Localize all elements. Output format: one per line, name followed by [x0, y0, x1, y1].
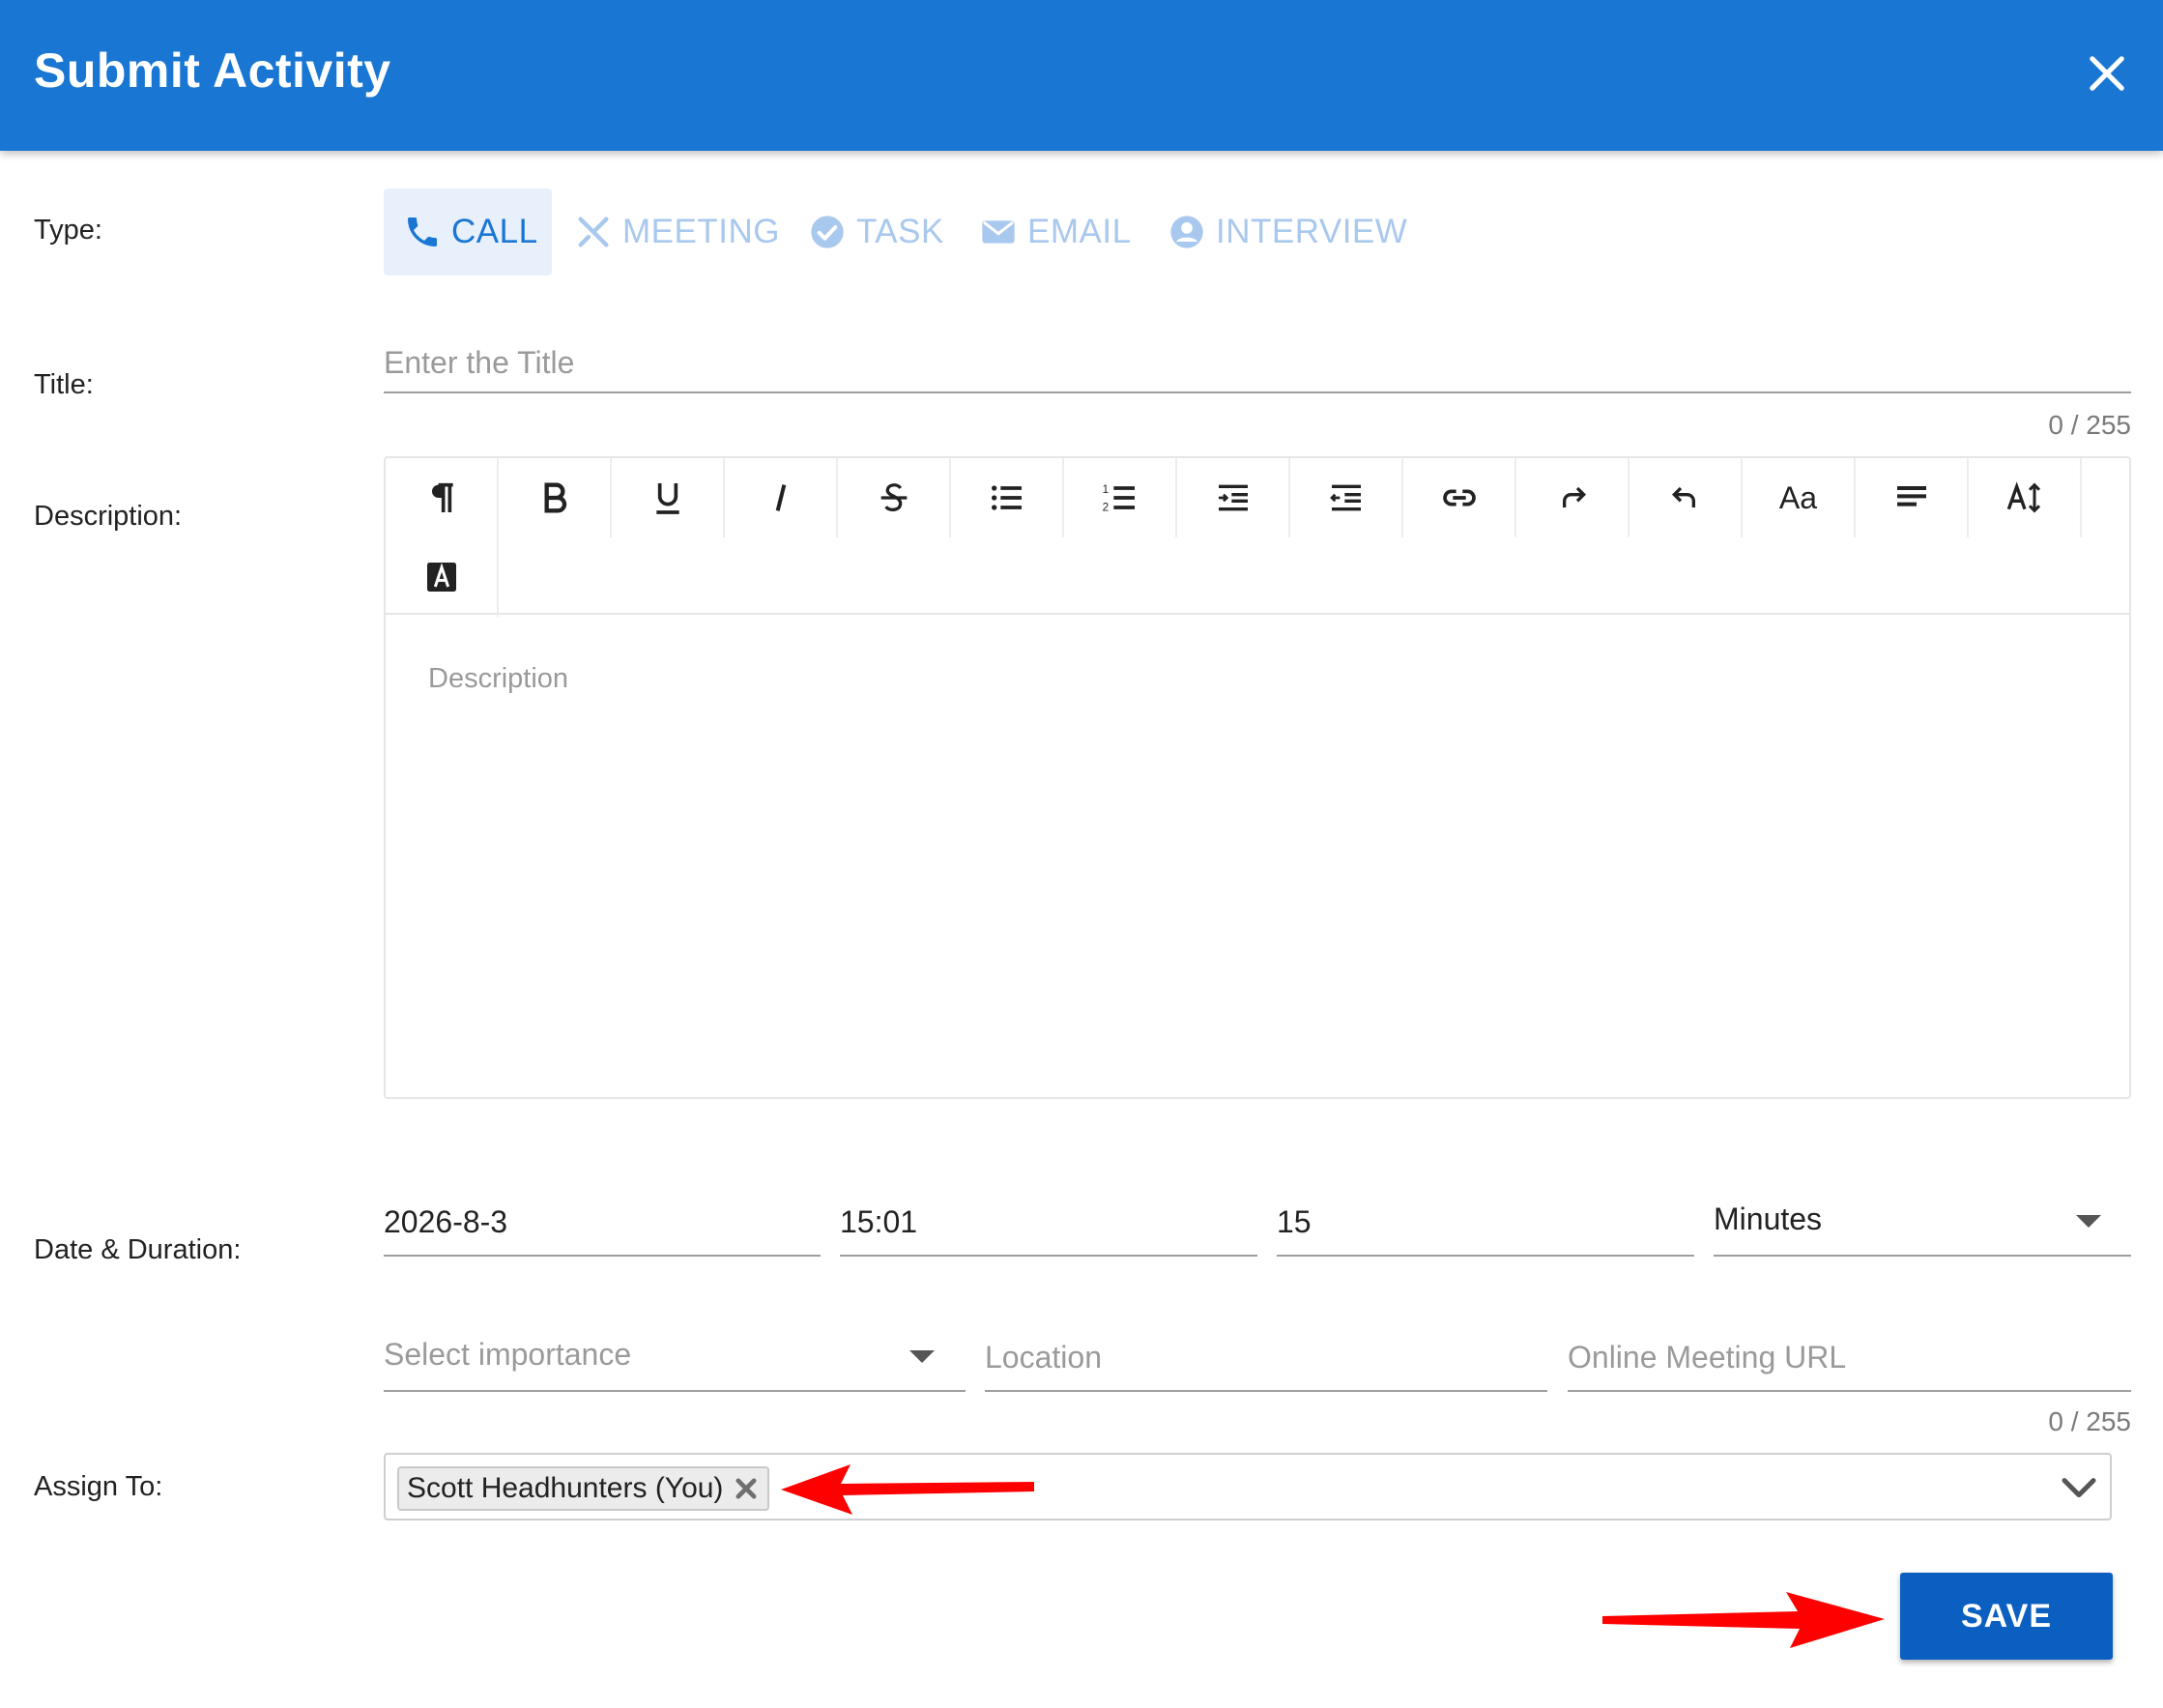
save-button[interactable]: SAVE	[1900, 1573, 2113, 1660]
tab-interview-label: INTERVIEW	[1216, 213, 1408, 250]
indent-icon[interactable]	[1177, 458, 1290, 537]
outdent-icon[interactable]	[1290, 458, 1403, 537]
dialog-header: Submit Activity	[0, 0, 2163, 151]
editor-toolbar: 12 Aa	[386, 458, 2129, 617]
link-icon[interactable]	[1403, 458, 1516, 537]
title-input[interactable]	[384, 333, 2131, 393]
close-icon[interactable]	[2082, 48, 2132, 99]
dropdown-arrow-icon	[2076, 1215, 2101, 1228]
date-input[interactable]	[384, 1189, 821, 1257]
assign-to-select[interactable]: Scott Headhunters (You)	[384, 1453, 2112, 1520]
title-counter: 0 / 255	[2048, 410, 2131, 440]
account-circle-icon	[1168, 213, 1206, 251]
date-duration-label: Date & Duration:	[34, 1234, 242, 1265]
type-label: Type:	[34, 215, 102, 246]
description-placeholder[interactable]: Description	[428, 663, 568, 695]
svg-text:2: 2	[1102, 501, 1108, 513]
annotation-arrow-right	[1602, 1592, 1885, 1648]
strikethrough-icon[interactable]	[838, 458, 951, 537]
bullet-list-icon[interactable]	[951, 458, 1064, 537]
tab-meeting[interactable]: MEETING	[574, 188, 780, 275]
text-color-icon[interactable]	[386, 537, 499, 617]
url-counter: 0 / 255	[2048, 1406, 2131, 1436]
importance-select[interactable]: Select importance	[384, 1324, 966, 1392]
tab-task[interactable]: TASK	[808, 188, 944, 275]
tab-email-label: EMAIL	[1027, 213, 1132, 250]
time-input[interactable]	[840, 1189, 1257, 1257]
remove-chip-icon[interactable]	[733, 1475, 760, 1502]
redo-icon[interactable]	[1516, 458, 1629, 537]
location-input[interactable]	[985, 1324, 1547, 1392]
chevron-down-icon[interactable]	[2060, 1472, 2098, 1505]
dialog-title: Submit Activity	[34, 43, 391, 98]
bold-icon[interactable]	[499, 458, 612, 537]
tab-email[interactable]: EMAIL	[979, 188, 1132, 275]
dropdown-arrow-icon	[909, 1350, 935, 1363]
paragraph-icon[interactable]	[386, 458, 499, 537]
utensils-icon	[574, 213, 613, 251]
svg-text:1: 1	[1102, 483, 1108, 496]
assign-to-label: Assign To:	[34, 1471, 163, 1502]
align-icon[interactable]	[1856, 458, 1969, 537]
numbered-list-icon[interactable]: 12	[1064, 458, 1177, 537]
annotation-arrow-left	[781, 1464, 1034, 1515]
font-size-label: Aa	[1778, 479, 1818, 515]
tab-interview[interactable]: INTERVIEW	[1168, 188, 1407, 275]
description-label: Description:	[34, 501, 183, 532]
duration-unit-value: Minutes	[1714, 1201, 1823, 1236]
italic-icon[interactable]	[725, 458, 838, 537]
tab-task-label: TASK	[856, 213, 944, 250]
underline-icon[interactable]	[612, 458, 725, 537]
mail-icon	[979, 213, 1018, 251]
title-label: Title:	[34, 369, 94, 400]
assignee-chip: Scott Headhunters (You)	[397, 1466, 770, 1511]
importance-placeholder: Select importance	[384, 1337, 632, 1372]
undo-icon[interactable]	[1629, 458, 1743, 537]
assignee-chip-label: Scott Headhunters (You)	[407, 1472, 724, 1504]
duration-unit-select[interactable]: Minutes	[1714, 1189, 2131, 1257]
description-editor: 12 Aa Description	[384, 456, 2131, 1099]
tab-call-label: CALL	[451, 213, 538, 250]
check-circle-icon	[808, 213, 847, 251]
tab-call[interactable]: CALL	[384, 188, 552, 275]
phone-icon	[403, 213, 442, 251]
tab-meeting-label: MEETING	[622, 213, 780, 250]
font-size-icon[interactable]: Aa	[1743, 458, 1856, 537]
line-height-icon[interactable]	[1969, 458, 2082, 537]
duration-input[interactable]	[1277, 1189, 1694, 1257]
meeting-url-input[interactable]	[1568, 1324, 2131, 1392]
